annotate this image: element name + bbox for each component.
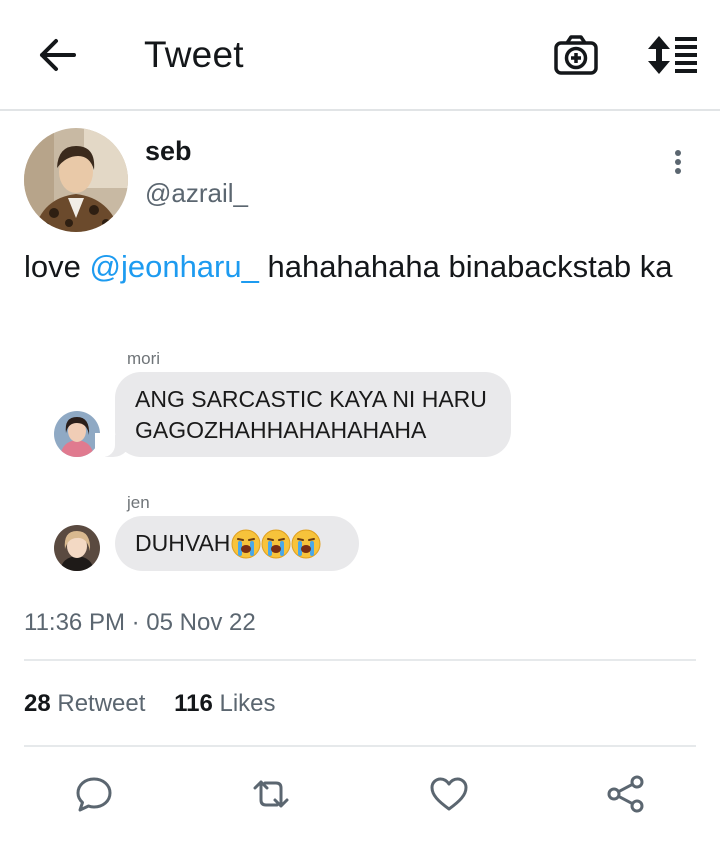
emoji-group bbox=[231, 528, 322, 560]
avatar-photo bbox=[54, 525, 100, 571]
dot-icon bbox=[675, 159, 681, 165]
likes-stat[interactable]: 116 Likes bbox=[174, 690, 275, 717]
loudly-crying-face-icon bbox=[231, 529, 261, 558]
mention-link[interactable]: @jeonharu_ bbox=[89, 249, 258, 284]
top-app-bar: Tweet bbox=[0, 0, 720, 111]
message-sender-name: jen bbox=[127, 493, 150, 512]
share-icon bbox=[607, 775, 644, 813]
sort-list-icon bbox=[648, 36, 697, 74]
loudly-crying-face-icon bbox=[261, 529, 291, 558]
dot-icon bbox=[675, 168, 681, 174]
message-avatar bbox=[54, 525, 100, 571]
loudly-crying-face-icon bbox=[291, 529, 321, 558]
retweet-stat[interactable]: 28 Retweet bbox=[24, 690, 145, 717]
message-avatar bbox=[54, 411, 100, 457]
timestamp-time: 11:36 PM bbox=[24, 609, 125, 636]
share-button[interactable] bbox=[604, 772, 648, 816]
timestamp-separator: · bbox=[124, 609, 147, 636]
sort-button[interactable] bbox=[645, 34, 699, 76]
message-sender-name: mori bbox=[127, 349, 161, 368]
more-options-button[interactable] bbox=[666, 146, 690, 178]
avatar-photo bbox=[24, 128, 128, 232]
camera-plus-icon bbox=[554, 35, 598, 75]
retweet-button[interactable] bbox=[249, 772, 293, 816]
retweet-label: Retweet bbox=[57, 690, 146, 717]
tweet-stats: 28 Retweet 116 Likes bbox=[24, 690, 276, 718]
author-avatar[interactable] bbox=[24, 128, 128, 232]
chat-message-text: DUHVAH bbox=[135, 530, 231, 556]
reply-button[interactable] bbox=[72, 772, 116, 816]
chat-bubble: DUHVAH bbox=[115, 516, 359, 571]
page-title: Tweet bbox=[144, 34, 244, 75]
retweet-icon bbox=[253, 780, 289, 808]
divider bbox=[24, 659, 696, 661]
comment-icon bbox=[76, 777, 112, 812]
chat-bubble: ANG SARCASTIC KAYA NI HARU GAGOZHAHHAHAH… bbox=[95, 372, 511, 457]
timestamp-date: 05 Nov 22 bbox=[146, 609, 256, 636]
back-button[interactable] bbox=[34, 36, 78, 74]
like-button[interactable] bbox=[427, 772, 471, 816]
dot-icon bbox=[675, 150, 681, 156]
chat-message-text: ANG SARCASTIC KAYA NI HARU GAGOZHAHHAHAH… bbox=[135, 385, 487, 443]
likes-label: Likes bbox=[219, 690, 276, 717]
author-handle[interactable]: @azrail_ bbox=[145, 178, 248, 209]
author-name[interactable]: seb bbox=[145, 136, 192, 167]
avatar-photo bbox=[54, 411, 100, 457]
divider bbox=[24, 745, 696, 747]
tweet-text: love @jeonharu_ hahahahaha binabackstab … bbox=[24, 248, 694, 286]
screenshot-button[interactable] bbox=[553, 34, 599, 76]
arrow-left-icon bbox=[40, 39, 76, 71]
likes-count: 116 bbox=[174, 690, 213, 717]
tweet-text-start: love bbox=[24, 249, 90, 284]
tweet-timestamp: 11:36 PM · 05 Nov 22 bbox=[24, 609, 256, 637]
tweet-text-end: hahahahaha binabackstab ka bbox=[258, 249, 673, 284]
retweet-count: 28 bbox=[24, 690, 51, 717]
heart-icon bbox=[430, 777, 468, 811]
